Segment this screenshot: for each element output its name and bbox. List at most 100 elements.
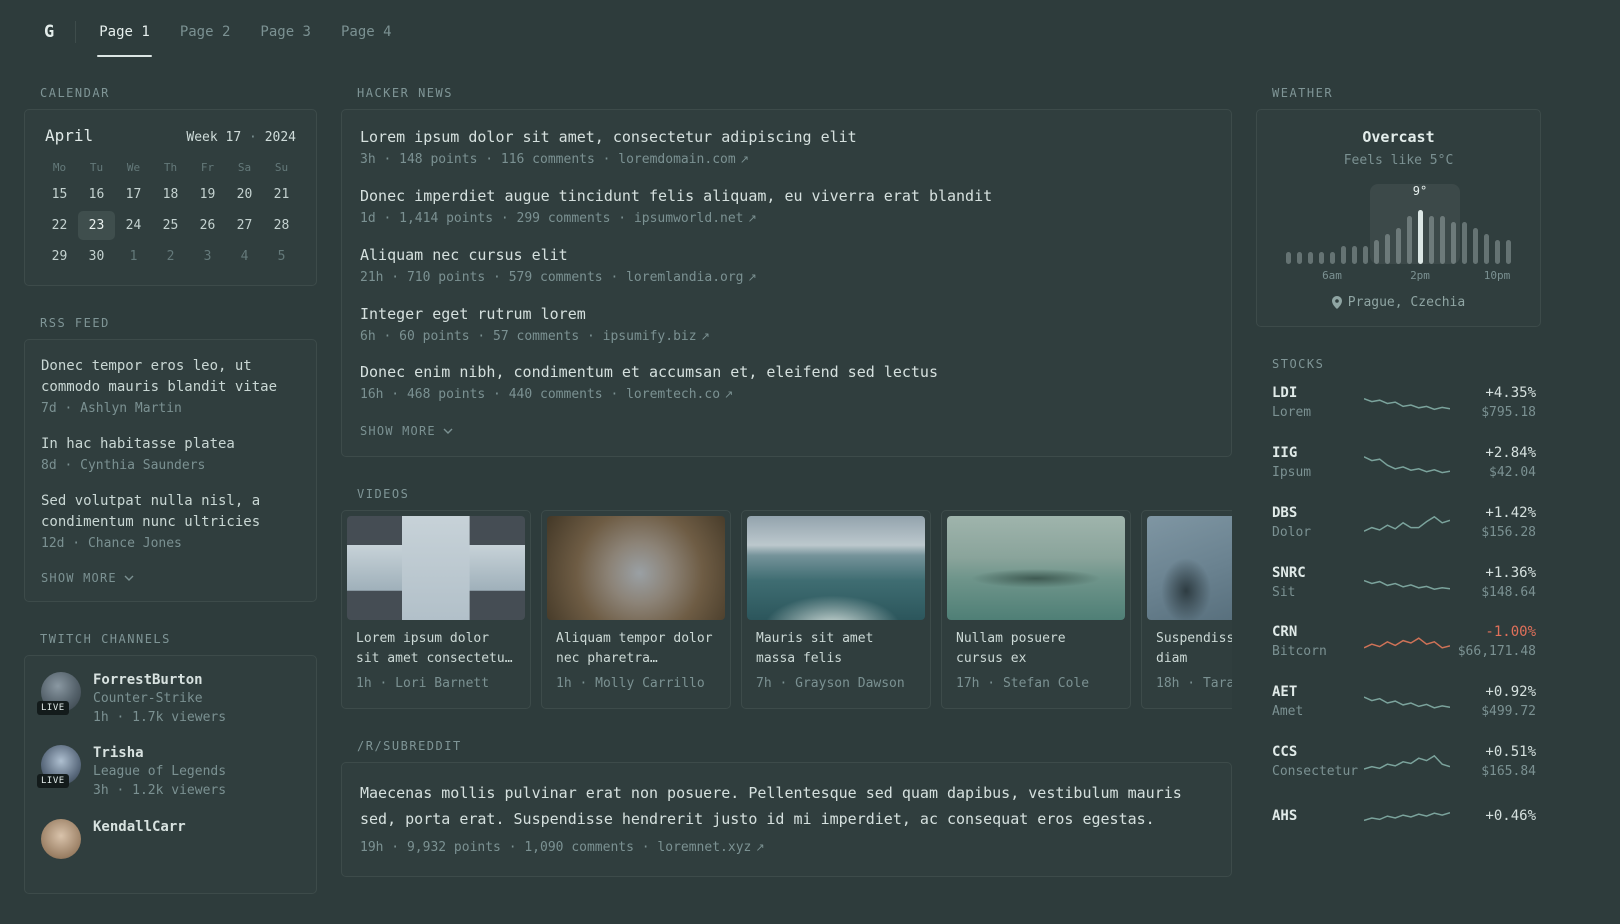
calendar-card: April Week 17 · 2024 Mo Tu We Th Fr Sa S… <box>24 109 317 286</box>
rss-item: Donec tempor eros leo, ut commodo mauris… <box>41 356 300 419</box>
stock-row[interactable]: CCS Consectetur +0.51% $165.84 <box>1256 744 1541 782</box>
video-card[interactable]: Lorem ipsum dolor sit amet consectetu… 1… <box>341 510 531 710</box>
hn-item-link[interactable]: Donec imperdiet augue tincidunt felis al… <box>360 187 1213 205</box>
app-logo[interactable]: G <box>44 22 54 42</box>
hn-item: Lorem ipsum dolor sit amet, consectetur … <box>360 128 1213 170</box>
stock-sparkline <box>1364 629 1450 657</box>
dashboard-grid: CALENDAR April Week 17 · 2024 Mo Tu We T… <box>0 64 1620 924</box>
stock-price: $499.72 <box>1481 704 1536 720</box>
stock-change: +1.36% <box>1485 564 1536 581</box>
calendar-month: April <box>45 126 94 145</box>
video-card[interactable]: Nullam posuere cursus ex 17h · Stefan Co… <box>941 510 1131 710</box>
stock-ticker: AHS <box>1272 808 1298 825</box>
avatar <box>41 819 81 860</box>
calendar-date-next-month: 3 <box>203 249 212 264</box>
time-label: 2pm <box>1410 269 1430 282</box>
channel-name: KendallCarr <box>93 819 186 836</box>
rss-card: Donec tempor eros leo, ut commodo mauris… <box>24 339 317 602</box>
stock-ticker: CRN <box>1272 624 1298 641</box>
twitch-channel[interactable]: KendallCarr <box>41 819 300 860</box>
channel-game: League of Legends <box>93 764 227 780</box>
twitch-channel[interactable]: LIVE ForrestBurton Counter-Strike 1h · 1… <box>37 671 300 728</box>
calendar-header: April Week 17 · 2024 <box>41 124 300 155</box>
stock-row[interactable]: DBS Dolor +1.42% $156.28 <box>1256 505 1541 543</box>
hn-item-domain-link[interactable]: ipsumworld.net ↗ <box>634 211 757 226</box>
hn-item-link[interactable]: Aliquam nec cursus elit <box>360 246 1213 264</box>
tab-page-1[interactable]: Page 1 <box>97 0 152 64</box>
rss-widget: RSS FEED Donec tempor eros leo, ut commo… <box>24 316 317 602</box>
stock-name: Ipsum <box>1272 464 1312 480</box>
hn-item: Donec enim nibh, condimentum et accumsan… <box>360 363 1213 405</box>
hn-item-meta: 21h · 710 points · 579 comments · <box>360 269 619 285</box>
calendar-date: 28 <box>273 218 290 233</box>
hn-item-domain-link[interactable]: loremtech.co ↗ <box>626 387 733 402</box>
video-title: Mauris sit amet massa felis <box>756 631 874 667</box>
subreddit-domain-link[interactable]: loremnet.xyz ↗ <box>657 840 764 855</box>
tab-page-3[interactable]: Page 3 <box>258 0 313 64</box>
stock-price: $156.28 <box>1481 524 1536 540</box>
weather-feels-like: Feels like 5°C <box>1343 153 1454 168</box>
videos-widget: VIDEOS Lorem ipsum dolor sit amet consec… <box>341 487 1232 710</box>
stocks-widget: STOCKS LDI Lorem +4.35% $795.18 IIG Ipsum +… <box>1256 357 1541 832</box>
calendar-date: 24 <box>125 218 142 233</box>
hn-show-more-button[interactable]: SHOW MORE <box>360 422 453 438</box>
rss-show-more-button[interactable]: SHOW MORE <box>41 569 134 585</box>
external-link-icon: ↗ <box>700 329 710 343</box>
calendar-date: 25 <box>162 218 179 233</box>
calendar-date: 15 <box>51 187 68 202</box>
rss-item-link[interactable]: Sed volutpat nulla nisl, a condimentum n… <box>41 491 300 533</box>
subreddit-post-link[interactable]: Maecenas mollis pulvinar erat non posuer… <box>360 781 1213 832</box>
video-thumbnail <box>747 516 925 621</box>
weather-peak-temp: 9° <box>1412 184 1428 198</box>
day-name: We <box>126 161 141 174</box>
hn-item-domain-link[interactable]: loremlandia.org ↗ <box>626 270 757 285</box>
hn-item-link[interactable]: Integer eget rutrum lorem <box>360 305 1213 323</box>
stock-row[interactable]: AHS +0.46% <box>1256 804 1541 832</box>
day-name: Su <box>274 161 289 174</box>
video-card[interactable]: Aliquam tempor dolor nec pharetra… 1h · … <box>541 510 731 710</box>
video-title: Lorem ipsum dolor sit amet consectetu… <box>356 631 513 667</box>
stock-sparkline <box>1364 510 1450 538</box>
tab-page-2[interactable]: Page 2 <box>178 0 233 64</box>
stock-name: Lorem <box>1272 405 1312 420</box>
rss-item-link[interactable]: Donec tempor eros leo, ut commodo mauris… <box>41 356 300 398</box>
chevron-down-icon <box>443 428 453 435</box>
stock-row[interactable]: IIG Ipsum +2.84% $42.04 <box>1256 445 1541 483</box>
tab-page-4[interactable]: Page 4 <box>339 0 394 64</box>
stock-row[interactable]: LDI Lorem +4.35% $795.18 <box>1256 385 1541 423</box>
top-nav-bar: G Page 1 Page 2 Page 3 Page 4 <box>0 0 1620 64</box>
hn-item-link[interactable]: Lorem ipsum dolor sit amet, consectetur … <box>360 128 1213 146</box>
stock-row[interactable]: CRN Bitcorn -1.00% $66,171.48 <box>1256 624 1541 662</box>
rss-item-link[interactable]: In hac habitasse platea <box>41 434 300 455</box>
calendar-dates: 15 16 17 18 19 20 21 22 23 24 25 26 27 2… <box>41 180 300 271</box>
stock-ticker: DBS <box>1272 504 1298 521</box>
stock-name: Dolor <box>1272 524 1312 540</box>
stock-price: $148.64 <box>1481 584 1536 600</box>
hn-item-domain-link[interactable]: ipsumify.biz ↗ <box>603 329 710 344</box>
video-card[interactable]: Mauris sit amet massa felis 7h · Grayson… <box>741 510 931 710</box>
stock-change: +0.46% <box>1485 808 1536 825</box>
hn-item-domain-link[interactable]: loremdomain.com ↗ <box>618 152 749 167</box>
weather-widget-title: WEATHER <box>1272 86 1334 100</box>
calendar-widget-title: CALENDAR <box>40 86 110 100</box>
hn-item: Aliquam nec cursus elit 21h · 710 points… <box>360 246 1213 288</box>
calendar-widget: CALENDAR April Week 17 · 2024 Mo Tu We T… <box>24 86 317 286</box>
hn-item-meta: 6h · 60 points · 57 comments · <box>360 328 595 344</box>
weather-hourly-chart: 9° <box>1286 184 1511 264</box>
stock-ticker: CCS <box>1272 744 1298 761</box>
stocks-list: LDI Lorem +4.35% $795.18 IIG Ipsum +2.84% $4… <box>1256 385 1541 832</box>
day-name: Fr <box>200 161 215 174</box>
stock-row[interactable]: AET Amet +0.92% $499.72 <box>1256 684 1541 722</box>
external-link-icon: ↗ <box>739 153 749 166</box>
rss-item: Sed volutpat nulla nisl, a condimentum n… <box>41 491 300 554</box>
calendar-date: 22 <box>51 218 68 233</box>
video-card[interactable]: Suspendisse sodales diam 18h · Tara <box>1141 510 1232 710</box>
stock-row[interactable]: SNRC Sit +1.36% $148.64 <box>1256 565 1541 603</box>
calendar-date: 17 <box>125 187 142 202</box>
hn-item-link[interactable]: Donec enim nibh, condimentum et accumsan… <box>360 363 1213 381</box>
twitch-channel[interactable]: LIVE Trisha League of Legends 3h · 1.2k … <box>37 745 300 801</box>
stock-change: -1.00% <box>1485 624 1536 641</box>
hn-item: Integer eget rutrum lorem 6h · 60 points… <box>360 305 1213 347</box>
hackernews-card: Lorem ipsum dolor sit amet, consectetur … <box>341 109 1232 458</box>
calendar-date: 21 <box>273 187 290 202</box>
